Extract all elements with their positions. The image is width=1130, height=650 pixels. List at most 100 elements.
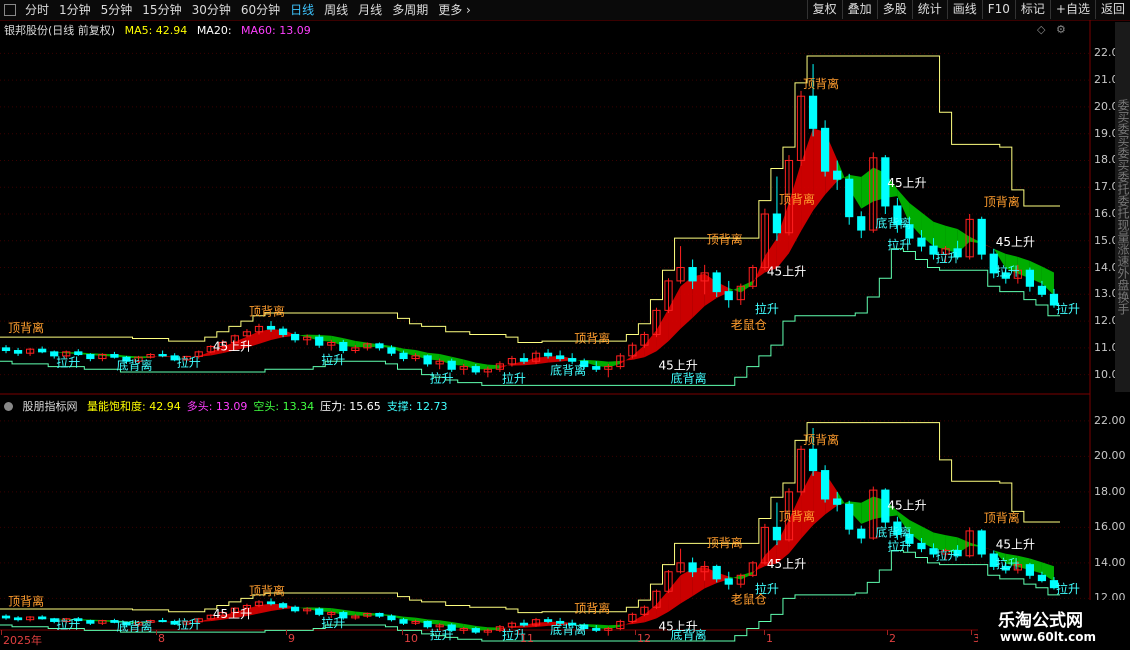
support-line — [0, 549, 1060, 642]
signal-label: 拉升 — [887, 538, 911, 553]
candle-body — [724, 578, 733, 585]
signal-label: 顶背离 — [574, 601, 610, 616]
trend-ribbon-segment — [511, 361, 524, 366]
trend-ribbon-segment — [499, 363, 512, 369]
trend-ribbon-segment — [487, 364, 500, 370]
trend-ribbon-segment — [861, 167, 874, 209]
trend-ribbon-segment — [801, 128, 814, 232]
candle-body — [1037, 285, 1047, 295]
candle-body — [845, 178, 854, 218]
candle-body — [13, 350, 23, 354]
candle-body — [833, 498, 842, 505]
candle-body — [447, 360, 456, 370]
candle-body — [291, 606, 300, 612]
candle-body — [1025, 564, 1034, 576]
candle-body — [772, 213, 782, 234]
time-axis-label: 2025年 — [3, 634, 42, 647]
watermark: 乐淘公式网 www.60lt.com — [978, 600, 1130, 650]
candle-body — [519, 358, 529, 362]
candle-body — [315, 336, 324, 346]
candle-body — [375, 612, 384, 617]
trend-ribbon-segment — [933, 221, 946, 250]
trend-ribbon-segment — [788, 493, 802, 554]
candle-body — [291, 333, 300, 341]
time-tick — [518, 630, 519, 635]
signal-label: 45上升 — [767, 265, 806, 279]
candle-body — [278, 603, 288, 608]
time-axis-label: 2 — [889, 632, 896, 645]
candle-body — [86, 354, 95, 360]
signal-label: 底背离 — [116, 357, 152, 372]
signal-label: 底背离 — [875, 215, 911, 230]
sub-tick-label: 14.00 — [1094, 555, 1126, 569]
side-info-strip[interactable]: 委买委买委买委托委托现量涨速外盘换手 — [1115, 22, 1130, 392]
candle-body — [543, 619, 553, 622]
sub-tick-label: 16.00 — [1094, 520, 1126, 534]
candle-body — [568, 358, 577, 362]
signal-label: 底背离 — [875, 524, 911, 539]
signal-label: 45上升 — [996, 538, 1035, 552]
candle-body — [423, 355, 432, 365]
trend-ribbon-segment — [620, 355, 633, 364]
signal-label: 45上升 — [887, 176, 926, 190]
signal-label: 拉升 — [755, 301, 779, 316]
time-axis-label: 9 — [288, 632, 295, 645]
candle-body — [917, 237, 926, 247]
time-tick — [971, 630, 972, 635]
candle-body — [158, 354, 167, 357]
candle-body — [1025, 269, 1034, 287]
watermark-title: 乐淘公式网 — [998, 611, 1083, 631]
candle-body — [86, 620, 95, 624]
signal-label: 顶背离 — [803, 76, 839, 91]
support-line — [0, 248, 1060, 386]
trend-ribbon-segment — [656, 308, 669, 352]
signal-label: 拉升 — [56, 355, 80, 370]
candle-body — [375, 343, 384, 349]
candle-body — [977, 530, 986, 555]
time-tick — [286, 630, 287, 635]
candle-body — [1, 347, 11, 352]
signal-label: 顶背离 — [779, 191, 815, 206]
signal-label: 45上升 — [887, 499, 926, 513]
candle-body — [857, 528, 866, 539]
candle-body — [1, 615, 11, 619]
signal-label: 顶背离 — [779, 508, 815, 523]
kline-chart[interactable]: 顶背离顶背离顶背离顶背离顶背离顶背离顶背离拉升 拉升 拉升拉升 拉升拉升拉升拉升拉升拉… — [0, 0, 1130, 650]
candle-body — [592, 366, 601, 370]
signal-label: 顶背离 — [984, 510, 1020, 525]
trend-ribbon-segment — [668, 575, 681, 612]
time-axis-label: 1 — [766, 632, 773, 645]
candle-body — [1037, 574, 1047, 582]
main-grid — [0, 52, 1090, 376]
candle-body — [74, 351, 83, 356]
trend-ribbon-segment — [536, 356, 549, 365]
trend-ribbon-segment — [752, 255, 765, 285]
signal-label: 顶背离 — [249, 583, 285, 598]
trend-ribbon-segment — [801, 470, 814, 539]
signal-label: 拉升 — [1056, 581, 1080, 596]
candle-body — [339, 341, 348, 352]
trend-ribbon-segment — [752, 555, 765, 575]
candle-body — [423, 620, 432, 628]
signal-label: 拉升 — [430, 371, 454, 386]
signal-label: 顶背离 — [8, 320, 44, 335]
candle-body — [845, 503, 854, 530]
signal-label: 拉升 — [996, 264, 1020, 279]
candle-body — [724, 291, 733, 301]
time-tick — [635, 630, 636, 635]
candle-body — [387, 347, 396, 354]
candle-body — [315, 608, 324, 615]
candle-body — [38, 616, 47, 620]
signal-label: 底背离 — [671, 371, 707, 386]
candle-body — [543, 352, 553, 357]
signal-label: 老鼠仓 — [731, 593, 767, 607]
signal-label: 顶背离 — [707, 535, 743, 550]
candle-body — [556, 355, 565, 360]
signal-label: 底背离 — [550, 363, 586, 378]
candle-body — [266, 325, 276, 330]
candle-body — [833, 170, 842, 180]
trend-ribbon-segment — [656, 590, 669, 619]
trend-ribbon-segment — [788, 163, 802, 254]
signal-label: 45上升 — [659, 358, 698, 372]
candle-body — [688, 562, 697, 573]
